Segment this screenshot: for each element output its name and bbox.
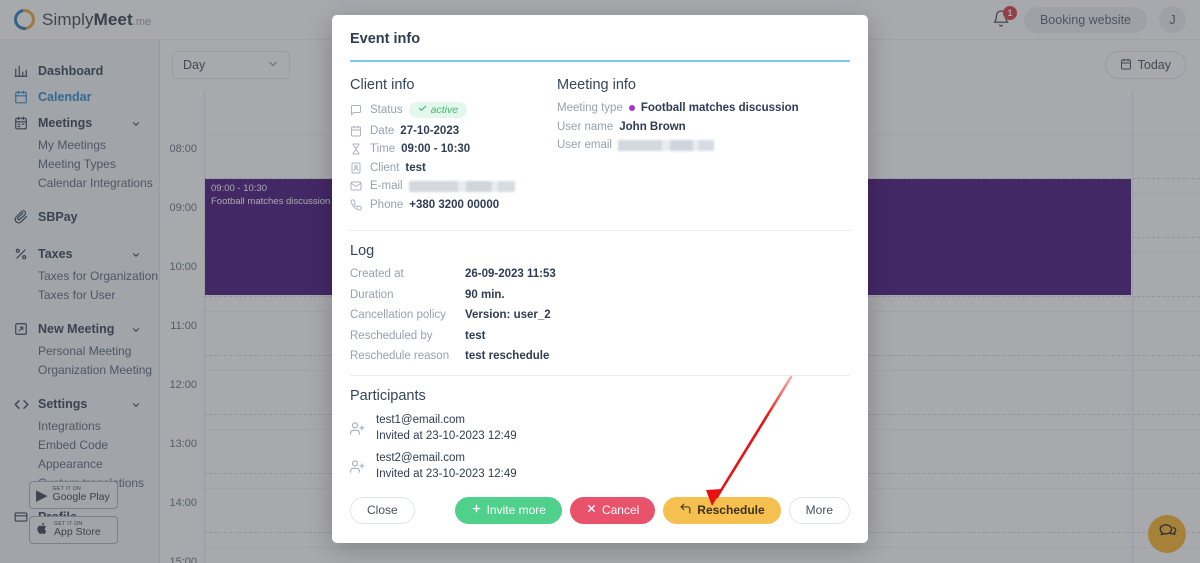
- info-columns: Client info Status active Date 27-10-202…: [350, 77, 850, 217]
- log-rescheduled-by-key: Rescheduled by: [350, 329, 433, 342]
- log-rescheduled-by-value: test: [465, 329, 486, 342]
- participant-item: test2@email.com Invited at 23-10-2023 12…: [350, 451, 850, 482]
- log-row: Duration 90 min.: [350, 289, 850, 301]
- meeting-user-name-key: User name: [557, 120, 614, 133]
- cancel-label: Cancel: [601, 503, 640, 517]
- participant-email: test2@email.com: [376, 452, 466, 465]
- client-time-key: Time: [370, 143, 396, 155]
- client-date-row: Date 27-10-2023: [350, 125, 557, 137]
- client-status-key: Status: [370, 104, 403, 116]
- meeting-type-row: Meeting type Football matches discussion: [557, 102, 850, 114]
- log-cancellation-policy-key: Cancellation policy: [350, 309, 446, 321]
- client-time-value: 09:00 - 10:30: [401, 143, 471, 155]
- close-button[interactable]: Close: [350, 496, 415, 524]
- log-row: Rescheduled by test: [350, 330, 850, 342]
- log-duration-value: 90 min.: [465, 288, 505, 301]
- meeting-user-email-key: User email: [557, 139, 612, 151]
- hourglass-icon: [350, 143, 364, 155]
- client-icon: [350, 162, 364, 174]
- add-user-icon: [350, 421, 368, 436]
- client-info-section: Client info Status active Date 27-10-202…: [350, 77, 557, 217]
- status-badge-label: active: [430, 104, 459, 116]
- meeting-info-section: Meeting info Meeting type Football match…: [557, 77, 850, 217]
- invite-more-label: Invite more: [486, 503, 546, 517]
- client-name-row: Client test: [350, 162, 557, 174]
- log-row: Created at 26-09-2023 11:53: [350, 268, 850, 280]
- meeting-user-email-redacted-value: [617, 139, 714, 151]
- client-email-redacted-value: [408, 180, 515, 192]
- invite-more-button[interactable]: Invite more: [454, 496, 562, 524]
- log-reschedule-reason-key: Reschedule reason: [350, 350, 450, 362]
- client-phone-value: +380 3200 00000: [409, 198, 500, 211]
- log-created-at-value: 26-09-2023 11:53: [465, 268, 556, 280]
- modal-content: Client info Status active Date 27-10-202…: [350, 62, 850, 489]
- participant-text: test2@email.com Invited at 23-10-2023 12…: [376, 451, 517, 482]
- app-root: SimplyMeet.me 1 Booking website J Dashbo…: [0, 0, 1200, 563]
- modal-title: Event info: [350, 31, 421, 47]
- check-icon: [418, 104, 427, 116]
- client-info-heading: Client info: [350, 77, 415, 93]
- section-divider: [350, 230, 850, 231]
- log-heading: Log: [350, 243, 375, 259]
- participant-email: test1@email.com: [376, 414, 466, 426]
- cancel-button[interactable]: Cancel: [569, 496, 656, 524]
- participant-text: test1@email.com Invited at 23-10-2023 12…: [376, 413, 517, 444]
- client-phone-key: Phone: [370, 198, 404, 211]
- participants-heading: Participants: [350, 388, 426, 404]
- meeting-info-heading: Meeting info: [557, 77, 636, 93]
- plus-icon: [471, 503, 482, 517]
- add-user-icon: [350, 459, 368, 474]
- section-divider: [350, 375, 850, 376]
- modal-action-bar: Close Invite more Cancel Reschedule More: [350, 489, 850, 543]
- status-icon: [350, 104, 364, 116]
- participant-invited-at: Invited at 23-10-2023 12:49: [376, 429, 517, 442]
- meeting-user-name-row: User name John Brown: [557, 121, 850, 133]
- meeting-user-email-row: User email: [557, 139, 850, 151]
- event-info-modal: Event info Client info Status active Dat…: [332, 15, 868, 543]
- client-email-row: E-mail: [350, 180, 557, 192]
- log-reschedule-reason-value: test reschedule: [465, 350, 550, 362]
- status-badge: active: [408, 102, 468, 118]
- phone-icon: [350, 198, 364, 211]
- client-status-row: Status active: [350, 102, 557, 118]
- log-section: Log Created at 26-09-2023 11:53 Duration…: [350, 243, 850, 362]
- meeting-type-value: Football matches discussion: [640, 102, 799, 114]
- client-date-value: 27-10-2023: [400, 124, 460, 137]
- participants-section: Participants test1@email.com Invited at …: [350, 388, 850, 483]
- close-icon: [586, 503, 597, 517]
- client-time-row: Time 09:00 - 10:30: [350, 143, 557, 155]
- meeting-user-name-value: John Brown: [619, 120, 686, 133]
- client-email-key: E-mail: [370, 180, 403, 192]
- meeting-type-key: Meeting type: [557, 102, 623, 114]
- participant-invited-at: Invited at 23-10-2023 12:49: [376, 467, 517, 480]
- log-row: Cancellation policy Version: user_2: [350, 309, 850, 321]
- calendar-icon: [350, 125, 364, 137]
- meeting-type-color-dot: [628, 105, 635, 111]
- client-phone-row: Phone +380 3200 00000: [350, 199, 557, 211]
- log-row: Reschedule reason test reschedule: [350, 350, 850, 362]
- client-name-value: test: [405, 161, 426, 174]
- more-button[interactable]: More: [788, 496, 850, 524]
- client-name-key: Client: [370, 161, 400, 174]
- log-cancellation-policy-value: Version: user_2: [465, 309, 551, 321]
- participant-item: test1@email.com Invited at 23-10-2023 12…: [350, 413, 850, 444]
- reschedule-arrow-icon: [679, 502, 692, 518]
- reschedule-button[interactable]: Reschedule: [663, 496, 781, 524]
- reschedule-label: Reschedule: [697, 503, 765, 517]
- log-duration-key: Duration: [350, 288, 394, 301]
- log-created-at-key: Created at: [350, 268, 404, 280]
- mail-icon: [350, 180, 364, 192]
- client-date-key: Date: [370, 124, 395, 137]
